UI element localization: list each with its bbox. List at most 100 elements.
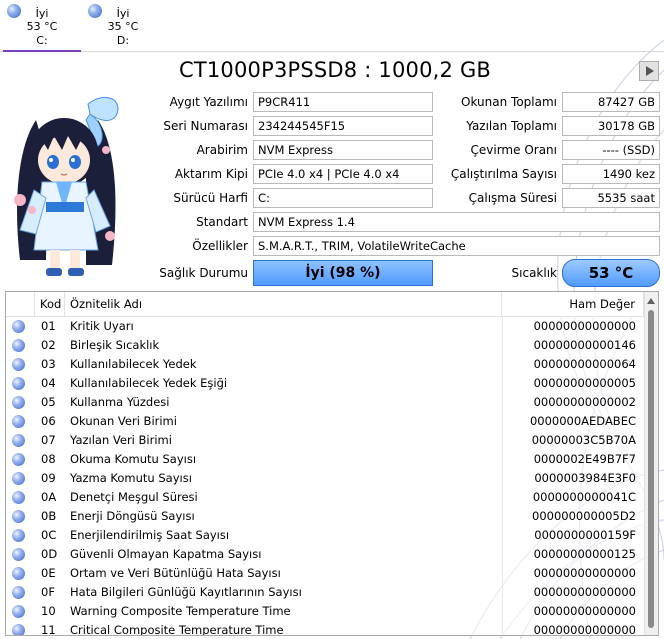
mascot-character-image [14,96,119,276]
drive-tab-d[interactable]: İyi 35 °C D: [84,0,162,50]
drive-temperature: 35 °C [107,20,139,33]
drive-temperature: 53 °C [26,20,58,33]
smart-attribute-table: Kod Öznitelik Adı Ham Değer 01 Kritik Uya… [5,291,659,636]
raw-value-column-header[interactable]: Ham Değer [502,292,644,316]
drive-letter-value: C: [253,188,433,208]
host-writes-label: Yazılan Toplamı [466,119,557,133]
drive-status: İyi [35,7,49,20]
table-row[interactable]: 04 Kullanılabilecek Yedek Eşiği 0000000000… [6,374,644,393]
attribute-status-icon [12,529,25,542]
attribute-status-icon [12,491,25,504]
table-row[interactable]: 08 Okuma Komutu Sayısı 0000002E49B7F7 [6,450,644,469]
attribute-code: 0D [41,547,58,561]
table-row[interactable]: 01 Kritik Uyarı 00000000000000 [6,317,644,336]
table-row[interactable]: 05 Kullanma Yüzdesi 00000000000002 [6,393,644,412]
attribute-raw-value: 00000000000000 [533,623,636,636]
attribute-raw-value: 0000003984E3F0 [534,471,636,485]
serial-number-label: Seri Numarası [163,119,248,133]
table-row[interactable]: 0C Enerjilendirilmiş Saat Sayısı 000000000… [6,526,644,545]
table-row[interactable]: 0D Güvenli Olmayan Kapatma Sayısı 00000000… [6,545,644,564]
attribute-raw-value: 00000003C5B70A [531,433,636,447]
host-reads-value: 87427 GB [562,92,660,112]
firmware-value: P9CR411 [253,92,433,112]
attribute-status-icon [12,624,25,635]
temperature-button[interactable]: 53 °C [562,259,660,287]
attribute-name: Kullanma Yüzdesi [70,395,170,409]
attribute-raw-value: 00000000000000 [533,566,636,580]
attribute-status-icon [12,510,25,523]
attribute-name: Enerjilendirilmiş Saat Sayısı [70,528,230,542]
temperature-label: Sıcaklık [511,266,557,280]
attribute-code: 03 [41,357,56,371]
attribute-name: Okuma Komutu Sayısı [70,452,197,466]
rotation-rate-label: Çevirme Oranı [470,143,557,157]
attribute-status-icon [12,453,25,466]
disk-title: CT1000P3PSSD8 : 1000,2 GB [178,58,492,82]
table-row[interactable]: 06 Okunan Veri Birimi 0000000AEDABEC [6,412,644,431]
table-row[interactable]: 07 Yazılan Veri Birimi 00000003C5B70A [6,431,644,450]
attribute-raw-value: 00000000000064 [533,357,636,371]
table-row[interactable]: 09 Yazma Komutu Sayısı 0000003984E3F0 [6,469,644,488]
attribute-name: Kullanılabilecek Yedek [70,357,197,371]
power-on-hours-value: 5535 saat [562,188,660,208]
attribute-status-icon [12,358,25,371]
attribute-code: 02 [41,338,56,352]
attribute-raw-value: 0000000000041C [532,490,636,504]
table-row[interactable]: 03 Kullanılabilecek Yedek 00000000000064 [6,355,644,374]
firmware-label: Aygıt Yazılımı [169,95,248,109]
table-header: Kod Öznitelik Adı Ham Değer [6,292,644,317]
attribute-code: 01 [41,319,56,333]
attribute-code: 05 [41,395,56,409]
code-column-header[interactable]: Kod [35,292,65,316]
attribute-name: Enerji Döngüsü Sayısı [70,509,195,523]
features-label: Özellikler [192,239,248,253]
table-row[interactable]: 10 Warning Composite Temperature Time 0000… [6,602,644,621]
table-row[interactable]: 0A Denetçi Meşgul Süresi 0000000000041C [6,488,644,507]
scrollbar-thumb[interactable] [648,310,654,628]
attribute-code: 0F [41,585,55,599]
attribute-status-icon [12,396,25,409]
table-row[interactable]: 0E Ortam ve Veri Bütünlüğü Hata Sayısı 000… [6,564,644,583]
attribute-raw-value: 00000000000125 [533,547,636,561]
attribute-name: Ortam ve Veri Bütünlüğü Hata Sayısı [70,566,281,580]
power-on-hours-label: Çalışma Süresi [468,191,557,205]
drive-letter-label: Sürücü Harfi [173,191,248,205]
attribute-name: Yazma Komutu Sayısı [70,471,192,485]
attribute-raw-value: 00000000000000 [533,319,636,333]
attribute-status-icon [12,472,25,485]
attribute-raw-value: 00000000000000 [533,585,636,599]
attribute-name: Okunan Veri Birimi [70,414,177,428]
attribute-code: 09 [41,471,56,485]
attribute-code: 0E [41,566,56,580]
standard-label: Standart [196,215,248,229]
drive-tab-c[interactable]: İyi 53 °C C: [3,0,81,52]
attribute-code: 10 [41,604,56,618]
attribute-raw-value: 0000000AEDABEC [529,414,636,428]
table-row[interactable]: 02 Birleşik Sıcaklık 00000000000146 [6,336,644,355]
drive-letter: D: [116,34,130,47]
next-disk-button[interactable] [639,61,659,81]
attribute-raw-value: 000000000005D2 [532,509,636,523]
interface-label: Arabirim [196,143,248,157]
attribute-name: Hata Bilgileri Günlüğü Kayıtlarının Sayı… [70,585,302,599]
attribute-status-icon [12,548,25,561]
status-column-header[interactable] [6,292,35,316]
health-status-button[interactable]: İyi (98 %) [253,260,433,286]
features-value: S.M.A.R.T., TRIM, VolatileWriteCache [253,236,660,256]
table-row[interactable]: 11 Critical Composite Temperature Time 000… [6,621,644,636]
scroll-up-arrow-icon[interactable] [647,298,655,304]
drive-status: İyi [116,7,130,20]
power-on-count-value: 1490 kez [562,164,660,184]
attribute-raw-value: 00000000000002 [533,395,636,409]
table-row[interactable]: 0F Hata Bilgileri Günlüğü Kayıtlarının Sa… [6,583,644,602]
host-reads-label: Okunan Toplamı [461,95,557,109]
attribute-raw-value: 0000002E49B7F7 [533,452,636,466]
attribute-code: 0C [41,528,57,542]
transfer-mode-label: Aktarım Kipi [174,167,248,181]
attribute-name-column-header[interactable]: Öznitelik Adı [65,292,502,316]
attribute-status-icon [12,377,25,390]
table-row[interactable]: 0B Enerji Döngüsü Sayısı 000000000005D2 [6,507,644,526]
drive-letter: C: [36,34,48,47]
transfer-mode-value: PCIe 4.0 x4 | PCIe 4.0 x4 [253,164,433,184]
attribute-raw-value: 00000000000146 [533,338,636,352]
